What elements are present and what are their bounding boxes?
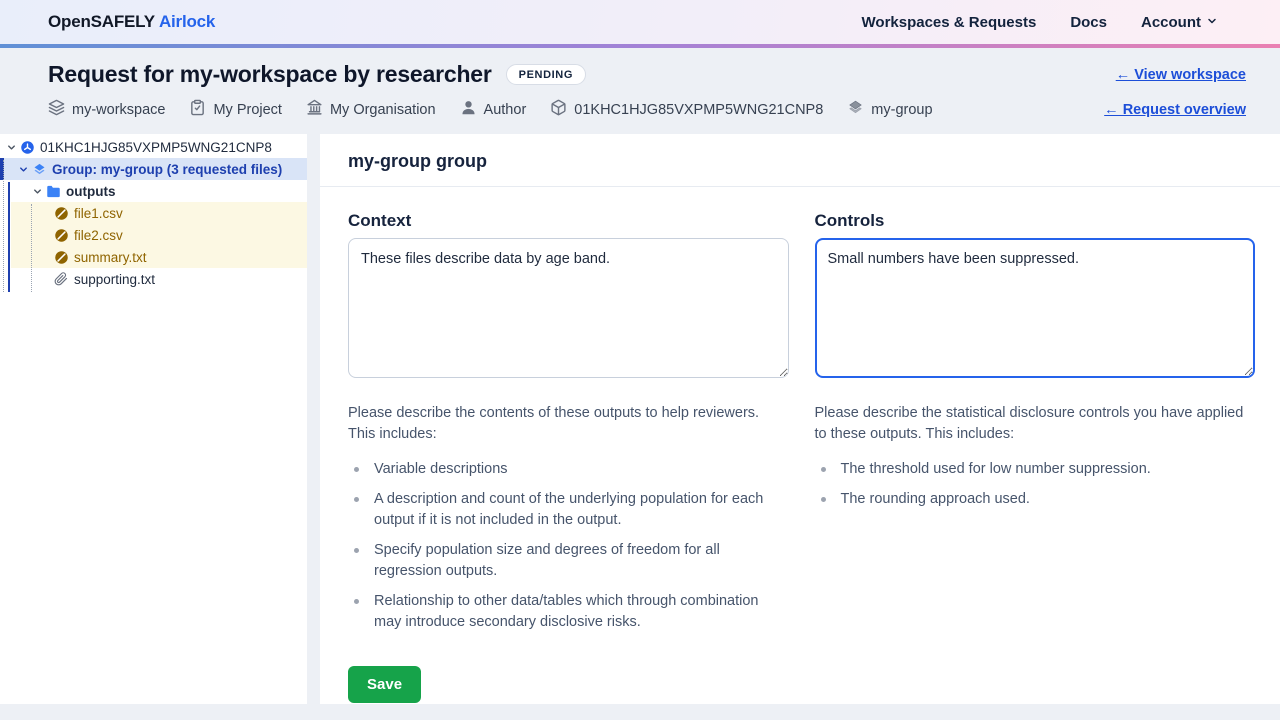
- controls-textarea[interactable]: Small numbers have been suppressed.: [815, 238, 1256, 378]
- chevron-down-icon[interactable]: [30, 184, 44, 198]
- nav-account-label: Account: [1141, 14, 1201, 31]
- context-bullet: A description and count of the underlyin…: [348, 489, 789, 531]
- tree-node-file1[interactable]: file1.csv: [0, 202, 307, 224]
- app-header: OpenSAFELYAirlock Workspaces & Requests …: [0, 0, 1280, 44]
- request-title-section: Request for my-workspace by researcher P…: [0, 48, 1280, 134]
- tree-node-supporting-file[interactable]: supporting.txt: [0, 268, 307, 290]
- folder-icon: [46, 184, 61, 199]
- tree-file-label: file1.csv: [74, 206, 123, 221]
- meta-author-label: Author: [484, 102, 527, 118]
- context-label: Context: [348, 211, 789, 231]
- brand-opensafely: OpenSAFELY: [48, 12, 155, 31]
- tree-file-label: file2.csv: [74, 228, 123, 243]
- request-metadata: my-workspace My Project My Organisation …: [48, 99, 933, 120]
- context-field: Context These files describe data by age…: [348, 187, 789, 642]
- group-context-form: Context These files describe data by age…: [320, 187, 1280, 704]
- tree-node-request-root[interactable]: 01KHC1HJG85VXPMP5WNG21CNP8: [0, 136, 307, 158]
- context-bullet: Specify population size and degrees of f…: [348, 540, 789, 582]
- chevron-down-icon: [1206, 14, 1218, 31]
- controls-bullet: The rounding approach used.: [815, 489, 1256, 510]
- chevron-down-icon[interactable]: [16, 162, 30, 176]
- request-overview-link[interactable]: ← Request overview: [1104, 102, 1246, 118]
- controls-bullet-list: The threshold used for low number suppre…: [815, 459, 1256, 510]
- tree-node-outputs-folder[interactable]: outputs: [0, 180, 307, 202]
- group-detail-panel: my-group group Context These files descr…: [320, 134, 1280, 704]
- controls-field: Controls Small numbers have been suppres…: [815, 187, 1256, 519]
- view-workspace-link[interactable]: ← View workspace: [1116, 67, 1246, 83]
- meta-workspace: my-workspace: [48, 99, 165, 120]
- tree-node-summary[interactable]: summary.txt: [0, 246, 307, 268]
- clipboard-icon: [189, 99, 206, 120]
- meta-request-id: 01KHC1HJG85VXPMP5WNG21CNP8: [550, 99, 823, 120]
- meta-group: my-group: [847, 99, 932, 120]
- page-title: Request for my-workspace by researcher: [48, 61, 492, 88]
- package-icon: [550, 99, 567, 120]
- controls-help-text: Please describe the statistical disclosu…: [815, 403, 1256, 445]
- paperclip-icon: [54, 272, 69, 287]
- file-tree-sidebar: 01KHC1HJG85VXPMP5WNG21CNP8 Group: my-gro…: [0, 134, 307, 704]
- controls-bullet: The threshold used for low number suppre…: [815, 459, 1256, 480]
- context-textarea[interactable]: These files describe data by age band.: [348, 238, 789, 378]
- tree-supporting-file-label: supporting.txt: [74, 272, 155, 287]
- brand-airlock: Airlock: [159, 12, 215, 31]
- tree-guide-line-active: [8, 182, 10, 292]
- tree-node-file2[interactable]: file2.csv: [0, 224, 307, 246]
- chevron-down-icon[interactable]: [4, 140, 18, 154]
- meta-organisation: My Organisation: [306, 99, 436, 120]
- meta-project-label: My Project: [213, 102, 282, 118]
- file-under-review-icon: [54, 228, 69, 243]
- controls-label: Controls: [815, 211, 1256, 231]
- context-bullet-list: Variable descriptions A description and …: [348, 459, 789, 633]
- meta-organisation-label: My Organisation: [330, 102, 436, 118]
- request-icon: [20, 140, 35, 155]
- nav-docs[interactable]: Docs: [1070, 14, 1107, 31]
- nav-workspaces-requests[interactable]: Workspaces & Requests: [862, 14, 1037, 31]
- tree-root-label: 01KHC1HJG85VXPMP5WNG21CNP8: [40, 140, 272, 155]
- tree-guide-line: [3, 160, 4, 292]
- meta-group-label: my-group: [871, 102, 932, 118]
- tree-file-label: summary.txt: [74, 250, 147, 265]
- meta-workspace-label: my-workspace: [72, 102, 165, 118]
- context-bullet: Variable descriptions: [348, 459, 789, 480]
- tree-guide-line: [31, 204, 32, 292]
- group-icon: [847, 99, 864, 120]
- main-nav: Workspaces & Requests Docs Account: [862, 14, 1218, 31]
- context-help-text: Please describe the contents of these ou…: [348, 403, 789, 445]
- status-badge: PENDING: [506, 64, 586, 85]
- context-bullet: Relationship to other data/tables which …: [348, 591, 789, 633]
- tree-folder-label: outputs: [66, 184, 116, 199]
- save-button[interactable]: Save: [348, 666, 421, 703]
- brand-logo[interactable]: OpenSAFELYAirlock: [48, 12, 215, 32]
- group-heading: my-group group: [348, 151, 1252, 172]
- tree-group-label: Group: my-group (3 requested files): [52, 162, 282, 177]
- group-icon: [32, 162, 47, 177]
- file-under-review-icon: [54, 206, 69, 221]
- meta-project: My Project: [189, 99, 282, 120]
- meta-author: Author: [460, 99, 527, 120]
- layers-icon: [48, 99, 65, 120]
- organisation-icon: [306, 99, 323, 120]
- nav-account-menu[interactable]: Account: [1141, 14, 1218, 31]
- tree-node-group-selected[interactable]: Group: my-group (3 requested files): [0, 158, 307, 180]
- user-icon: [460, 99, 477, 120]
- meta-request-id-label: 01KHC1HJG85VXPMP5WNG21CNP8: [574, 102, 823, 118]
- file-under-review-icon: [54, 250, 69, 265]
